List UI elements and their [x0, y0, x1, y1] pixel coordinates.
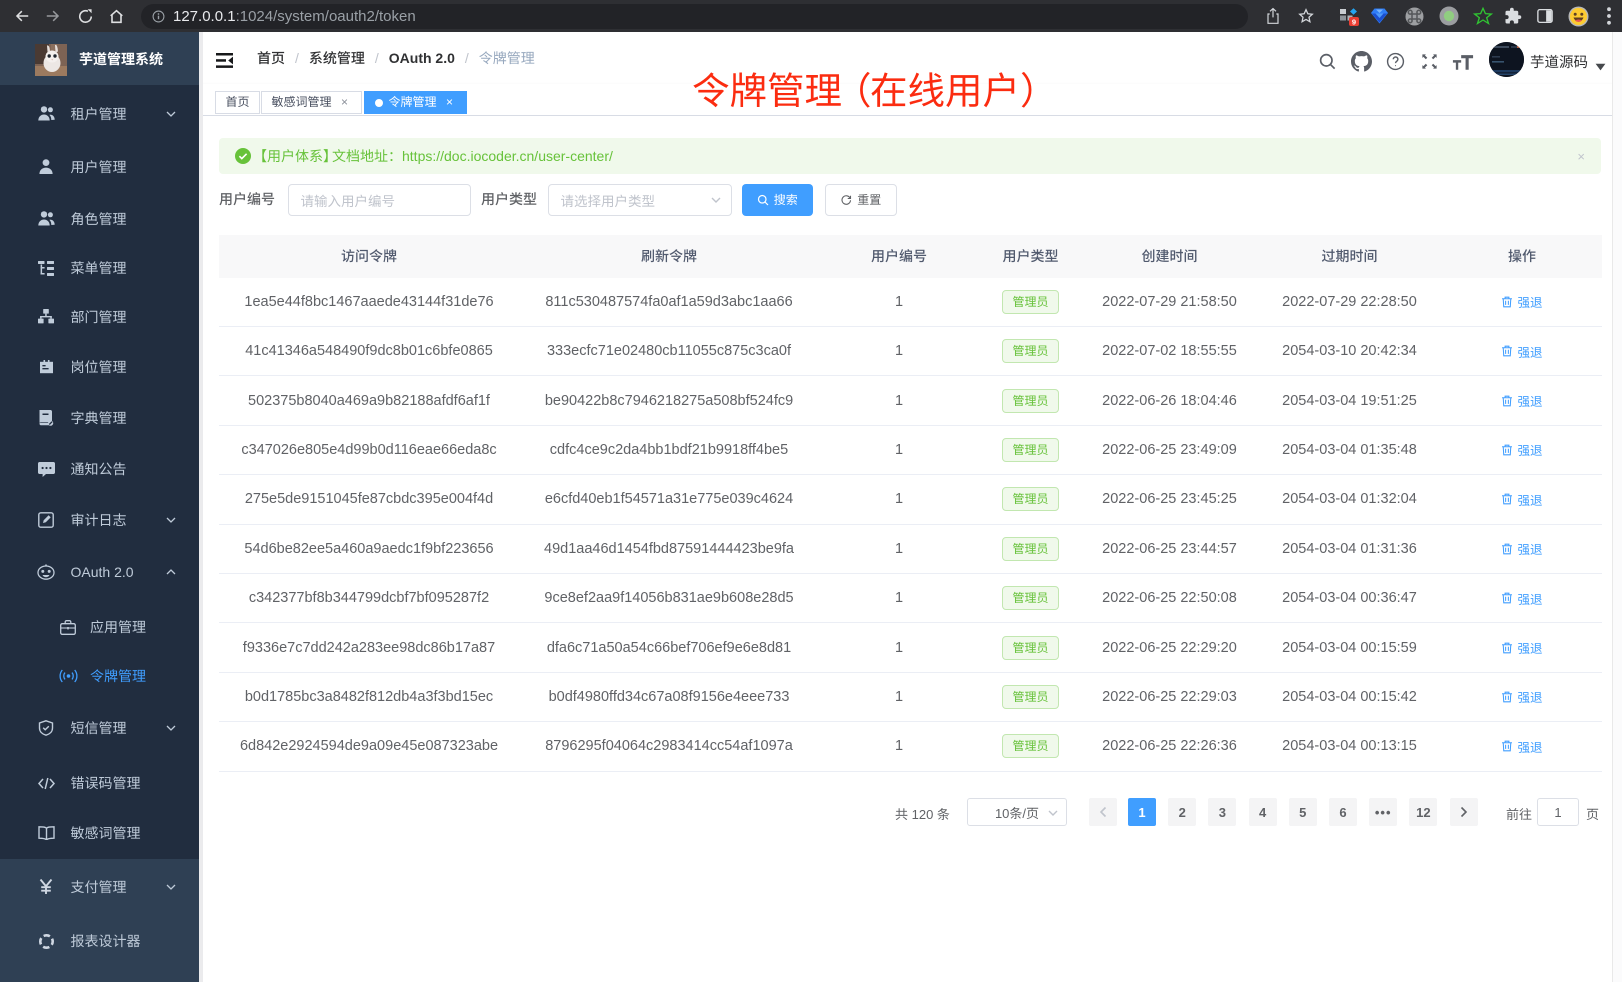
svg-text:9: 9 — [1352, 17, 1356, 26]
